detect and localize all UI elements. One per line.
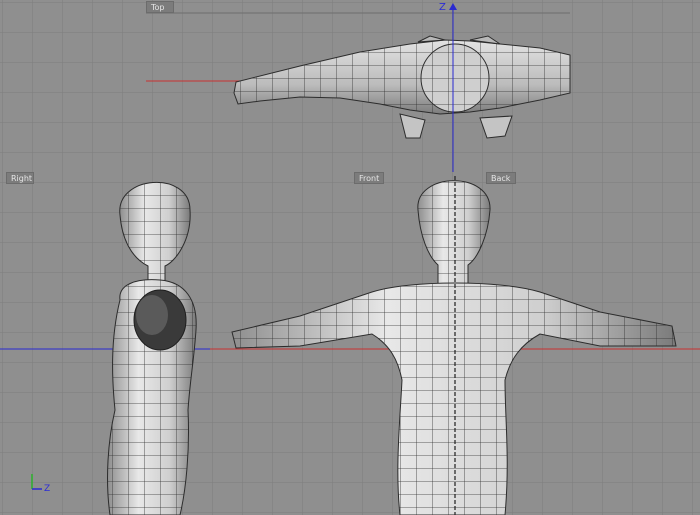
- modeler-viewport-area[interactable]: Top Right Front Back Z Z: [0, 0, 700, 515]
- viewport-label-top[interactable]: Top: [146, 1, 174, 13]
- viewport-label-front[interactable]: Front: [354, 172, 384, 184]
- z-axis-label: Z: [439, 2, 446, 13]
- viewport-label-back[interactable]: Back: [486, 172, 516, 184]
- gizmo-z-label: Z: [44, 484, 51, 494]
- viewport-label-right[interactable]: Right: [6, 172, 34, 184]
- viewport-canvas[interactable]: [0, 0, 700, 515]
